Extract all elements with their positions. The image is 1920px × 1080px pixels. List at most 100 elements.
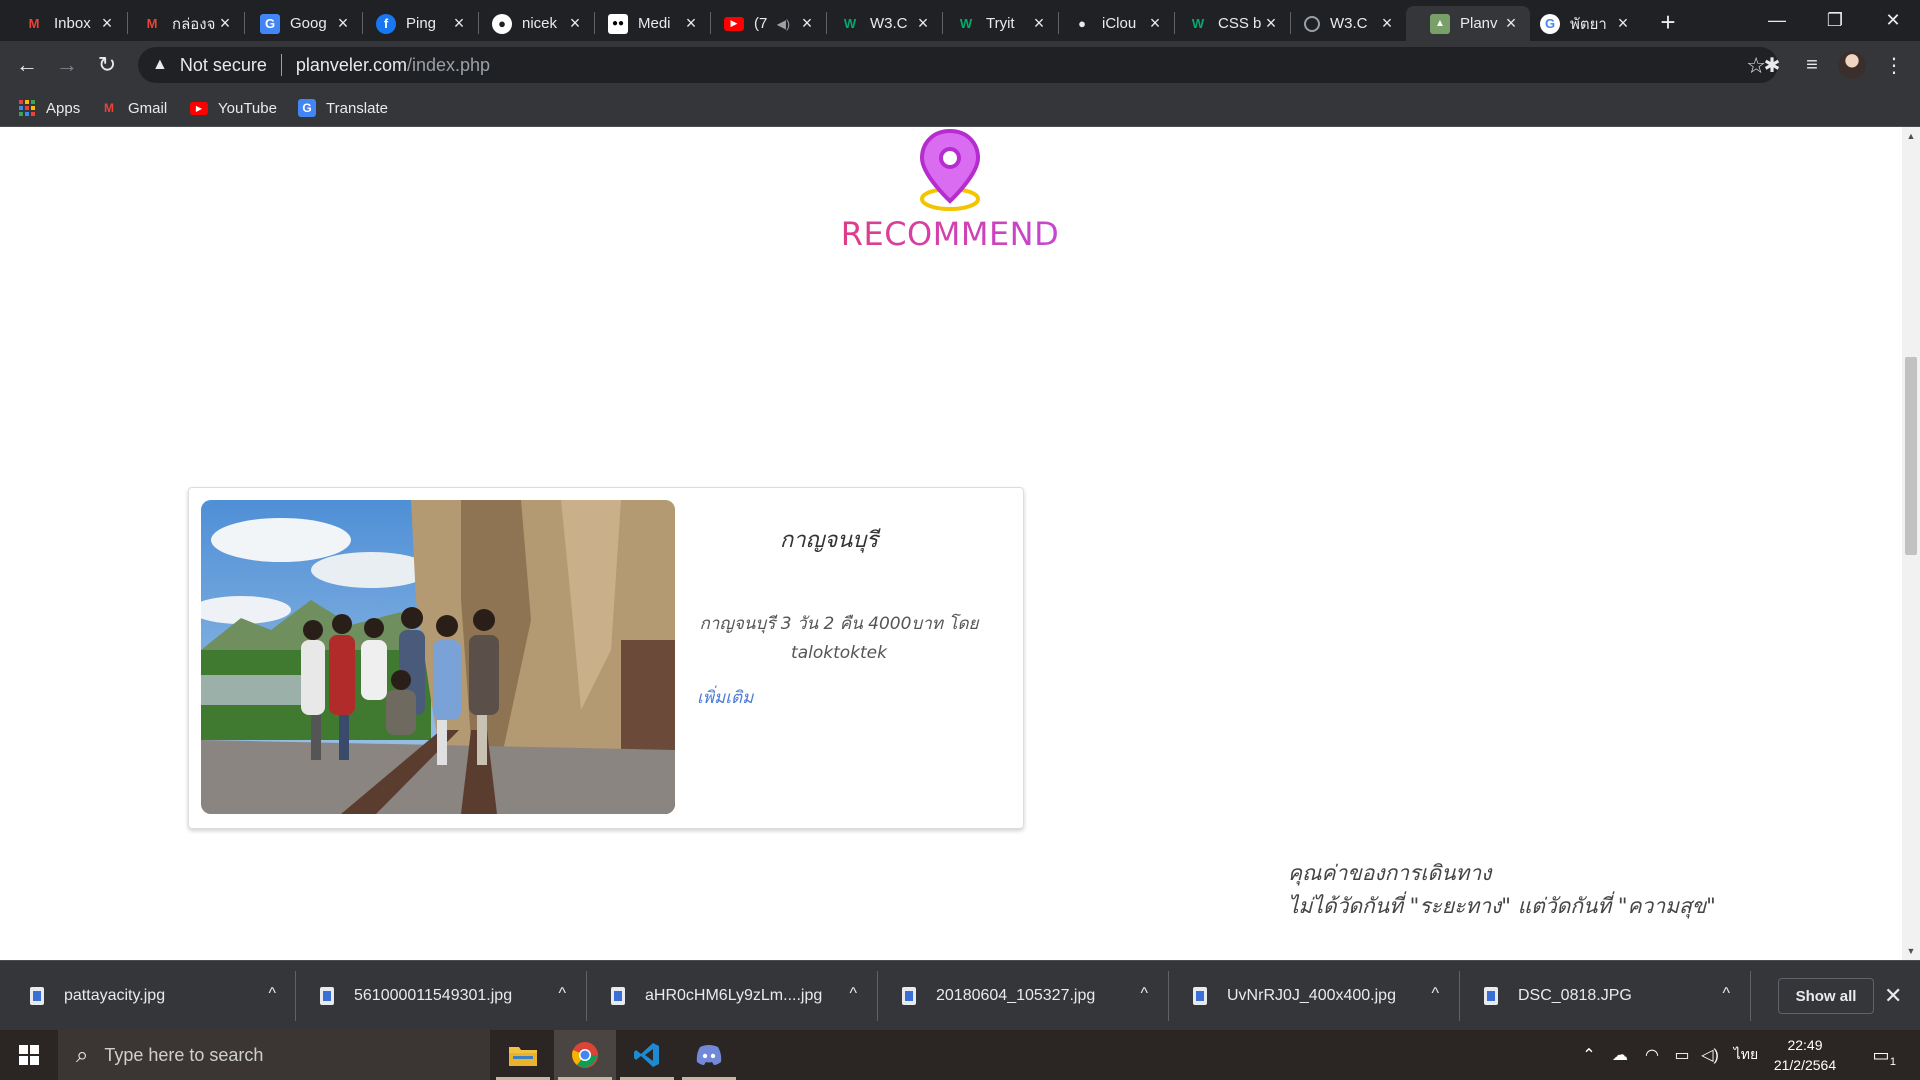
profile-avatar[interactable] — [1838, 51, 1866, 79]
windows-start-button[interactable] — [0, 1030, 58, 1080]
close-window-button[interactable]: ✕ — [1864, 0, 1920, 40]
quote-line-2: ไม่ได้วัดกันที่ "ระยะทาง" แต่วัดกันที่ "… — [1288, 894, 1716, 918]
chrome-icon — [572, 1042, 598, 1068]
tab-w3c[interactable]: W3.C × — [1280, 6, 1406, 41]
image-file-icon — [611, 987, 625, 1005]
windows-logo-icon — [19, 1045, 39, 1065]
more-link[interactable]: เพิ่มเติม — [697, 684, 753, 711]
warning-icon[interactable]: ▲ — [152, 56, 168, 74]
image-file-icon — [1484, 987, 1498, 1005]
close-icon[interactable]: × — [98, 13, 116, 33]
tab-google-translate[interactable]: G Goog × — [236, 6, 362, 41]
close-icon[interactable]: × — [798, 13, 816, 33]
tab-tryit[interactable]: W Tryit × — [932, 6, 1058, 41]
volume-icon[interactable]: ◁) — [1696, 1030, 1724, 1080]
bookmark-label: Apps — [46, 99, 81, 117]
download-item[interactable]: DSC_0818.JPG ^ — [1484, 961, 1748, 1031]
tab-title: กล่องจ — [172, 15, 216, 33]
security-label[interactable]: Not secure — [180, 55, 267, 76]
close-icon[interactable]: × — [1378, 13, 1396, 33]
forward-button[interactable]: → — [50, 48, 84, 82]
scroll-down-icon[interactable]: ▼ — [1902, 942, 1920, 960]
download-item[interactable]: 561000011549301.jpg ^ — [320, 961, 584, 1031]
tab-inbox[interactable]: M Inbox × — [0, 6, 126, 41]
file-explorer-app[interactable] — [492, 1030, 554, 1080]
bookmark-youtube[interactable]: ▶ YouTube — [190, 97, 277, 119]
close-icon[interactable]: × — [1146, 13, 1164, 33]
close-icon[interactable]: × — [1030, 13, 1048, 33]
tab-gmail-th[interactable]: M กล่องจ × — [118, 6, 244, 41]
tab-css[interactable]: W CSS b × — [1164, 6, 1290, 41]
tab-facebook[interactable]: f Ping × — [352, 6, 478, 41]
download-filename: DSC_0818.JPG — [1518, 987, 1632, 1004]
close-icon[interactable]: × — [682, 13, 700, 33]
chrome-app[interactable] — [554, 1030, 616, 1080]
media-control-icon[interactable]: ≡ — [1798, 51, 1826, 79]
download-filename: UvNrRJ0J_400x400.jpg — [1227, 987, 1396, 1004]
tab-planveler[interactable]: ▲ Planv × — [1406, 6, 1530, 41]
tab-medium[interactable]: ●● Medi × — [584, 6, 710, 41]
url-host[interactable]: planveler.com — [296, 55, 407, 76]
chevron-up-icon[interactable]: ^ — [558, 985, 566, 1003]
chevron-up-icon[interactable]: ^ — [268, 985, 276, 1003]
language-indicator[interactable]: ไทย — [1728, 1030, 1764, 1080]
chevron-up-icon[interactable]: ^ — [849, 985, 857, 1003]
show-all-button[interactable]: Show all — [1778, 978, 1874, 1014]
chevron-up-icon[interactable]: ^ — [1140, 985, 1148, 1003]
close-icon[interactable]: × — [334, 13, 352, 33]
image-file-icon — [30, 987, 44, 1005]
download-item[interactable]: 20180604_105327.jpg ^ — [902, 961, 1166, 1031]
wifi-icon[interactable]: ◠ — [1638, 1030, 1666, 1080]
mute-icon[interactable]: ◀) — [777, 17, 790, 31]
bookmark-gmail[interactable]: M Gmail — [100, 97, 167, 119]
close-icon[interactable]: ✕ — [1884, 983, 1902, 1009]
reload-button[interactable]: ↻ — [90, 48, 124, 82]
url-path[interactable]: /index.php — [407, 55, 490, 76]
close-icon[interactable]: × — [1262, 13, 1280, 33]
tab-github[interactable]: ● nicek × — [468, 6, 594, 41]
page-scrollbar[interactable]: ▲ ▼ — [1902, 127, 1920, 960]
menu-kebab-icon[interactable]: ⋮ — [1880, 51, 1908, 79]
tab-youtube[interactable]: ▶ (7 ◀) × — [700, 6, 826, 41]
minimize-button[interactable]: — — [1748, 0, 1806, 40]
browser-toolbar: ← → ↻ ▲ Not secure planveler.com /index.… — [0, 41, 1920, 89]
extensions-puzzle-icon[interactable]: ✱ — [1758, 51, 1786, 79]
bookmark-translate[interactable]: G Translate — [298, 97, 388, 119]
close-icon[interactable]: × — [914, 13, 932, 33]
section-title: RECOMMEND — [800, 215, 1100, 253]
bookmark-apps[interactable]: Apps — [18, 97, 80, 119]
destination-photo — [201, 500, 675, 814]
battery-icon[interactable]: ▭ — [1668, 1030, 1696, 1080]
close-icon[interactable]: × — [566, 13, 584, 33]
restore-button[interactable]: ❐ — [1806, 0, 1864, 40]
clock[interactable]: 22:49 21/2/2564 — [1760, 1035, 1850, 1075]
github-icon: ● — [492, 13, 512, 34]
taskbar-search-box[interactable]: ⌕ Type here to search — [58, 1030, 490, 1080]
back-button[interactable]: ← — [10, 48, 44, 82]
scroll-thumb[interactable] — [1905, 357, 1917, 555]
tab-w3schools[interactable]: W W3.C × — [816, 6, 942, 41]
address-bar[interactable]: ▲ Not secure planveler.com /index.php ☆ — [138, 47, 1778, 83]
chevron-up-icon[interactable]: ^ — [1722, 985, 1730, 1003]
planveler-icon: ▲ — [1430, 13, 1450, 34]
close-icon[interactable]: × — [1614, 13, 1632, 33]
tray-overflow-chevron-icon[interactable]: ⌃ — [1578, 1030, 1600, 1080]
onedrive-cloud-icon[interactable]: ☁ — [1606, 1030, 1634, 1080]
discord-app[interactable] — [678, 1030, 740, 1080]
google-translate-icon: G — [260, 13, 280, 34]
download-item[interactable]: aHR0cHM6Ly9zLm....jpg ^ — [611, 961, 875, 1031]
card-title: กาญจนบุรี — [779, 528, 879, 553]
close-icon[interactable]: × — [450, 13, 468, 33]
new-tab-button[interactable]: + — [1652, 6, 1684, 38]
tab-google-search[interactable]: G พัตยา × — [1516, 6, 1642, 41]
download-item[interactable]: UvNrRJ0J_400x400.jpg ^ — [1193, 961, 1457, 1031]
chevron-up-icon[interactable]: ^ — [1431, 985, 1439, 1003]
google-icon: G — [1540, 13, 1560, 34]
tab-title: Tryit — [986, 15, 1015, 32]
tab-icloud[interactable]: ● iClou × — [1048, 6, 1174, 41]
action-center-button[interactable]: ▭ 1 — [1866, 1040, 1896, 1070]
download-item[interactable]: pattayacity.jpg ^ — [30, 961, 294, 1031]
vscode-app[interactable] — [616, 1030, 678, 1080]
close-icon[interactable]: × — [216, 13, 234, 33]
scroll-up-icon[interactable]: ▲ — [1902, 127, 1920, 145]
